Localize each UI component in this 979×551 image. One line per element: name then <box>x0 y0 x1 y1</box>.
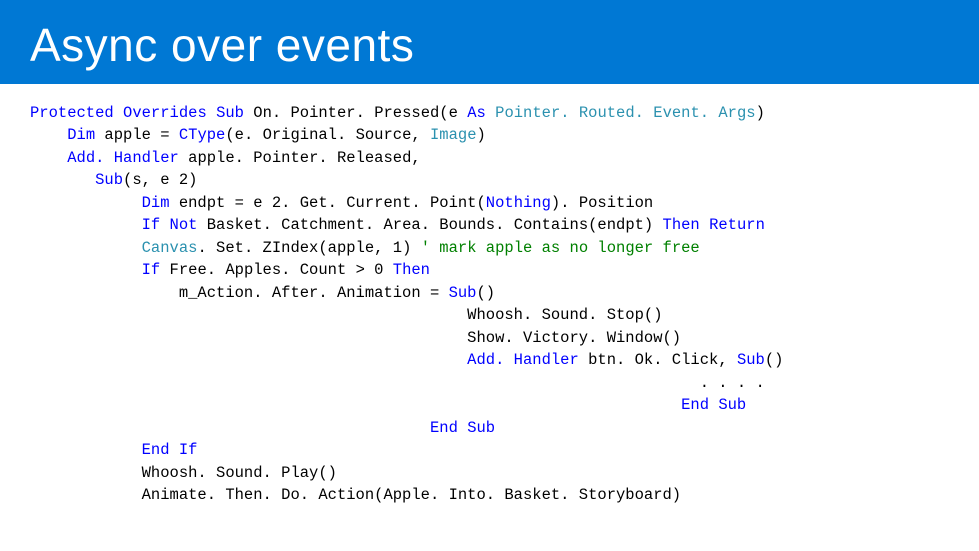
code-text: (s, e 2) <box>123 171 197 189</box>
code-text <box>458 419 467 437</box>
kw-not: Not <box>170 216 198 234</box>
code-text: endpt = e 2. Get. Current. Point( <box>170 194 486 212</box>
kw-end: End <box>681 396 709 414</box>
indent <box>30 351 467 369</box>
code-text <box>170 441 179 459</box>
code-text: . Set. ZIndex(apple, 1) <box>197 239 420 257</box>
code-text: Free. Apples. Count > 0 <box>160 261 393 279</box>
slide-header: Async over events <box>0 0 979 84</box>
code-text: Whoosh. Sound. Stop() <box>30 306 663 324</box>
code-text: () <box>476 284 495 302</box>
indent <box>30 149 67 167</box>
code-text <box>700 216 709 234</box>
kw-then: Then <box>393 261 430 279</box>
code-text: Show. Victory. Window() <box>30 329 681 347</box>
kw-sub: Sub <box>216 104 244 122</box>
kw-if: If <box>142 261 161 279</box>
indent <box>30 261 142 279</box>
code-text <box>486 104 495 122</box>
code-text: apple. Pointer. Released, <box>179 149 421 167</box>
kw-if: If <box>142 216 161 234</box>
kw-sub: Sub <box>95 171 123 189</box>
kw-then: Then <box>663 216 700 234</box>
code-text: () <box>765 351 784 369</box>
code-text: Basket. Catchment. Area. Bounds. Contain… <box>197 216 662 234</box>
kw-dim: Dim <box>67 126 95 144</box>
kw-sub: Sub <box>718 396 746 414</box>
code-block: Protected Overrides Sub On. Pointer. Pre… <box>0 84 979 506</box>
indent <box>30 239 142 257</box>
type-pointerargs: Pointer. Routed. Event. Args <box>495 104 755 122</box>
kw-as: As <box>467 104 486 122</box>
kw-overrides: Overrides <box>123 104 207 122</box>
kw-dim: Dim <box>142 194 170 212</box>
kw-end: End <box>430 419 458 437</box>
kw-sub: Sub <box>467 419 495 437</box>
indent <box>30 419 430 437</box>
indent <box>30 126 67 144</box>
code-text: m_Action. After. Animation = <box>30 284 449 302</box>
type-image: Image <box>430 126 477 144</box>
code-text <box>160 216 169 234</box>
code-text: ) <box>756 104 765 122</box>
code-text: Animate. Then. Do. Action(Apple. Into. B… <box>30 486 681 504</box>
code-text: . . . . <box>30 374 765 392</box>
code-text <box>709 396 718 414</box>
kw-protected: Protected <box>30 104 114 122</box>
kw-end: End <box>142 441 170 459</box>
code-text: ) <box>477 126 486 144</box>
indent <box>30 171 95 189</box>
code-text: Whoosh. Sound. Play() <box>30 464 337 482</box>
indent <box>30 441 142 459</box>
indent <box>30 396 681 414</box>
kw-ctype: CType <box>179 126 226 144</box>
code-text: ). Position <box>551 194 653 212</box>
kw-nothing: Nothing <box>486 194 551 212</box>
type-canvas: Canvas <box>142 239 198 257</box>
kw-sub: Sub <box>449 284 477 302</box>
kw-sub: Sub <box>737 351 765 369</box>
indent <box>30 194 142 212</box>
kw-addhandler: Add. Handler <box>67 149 179 167</box>
code-text: On. Pointer. Pressed(e <box>244 104 467 122</box>
code-text: btn. Ok. Click, <box>579 351 737 369</box>
kw-if: If <box>179 441 198 459</box>
slide-title: Async over events <box>30 18 414 72</box>
indent <box>30 216 142 234</box>
code-text: apple = <box>95 126 179 144</box>
code-text: (e. Original. Source, <box>225 126 430 144</box>
comment: ' mark apple as no longer free <box>421 239 700 257</box>
kw-return: Return <box>709 216 765 234</box>
kw-addhandler: Add. Handler <box>467 351 579 369</box>
